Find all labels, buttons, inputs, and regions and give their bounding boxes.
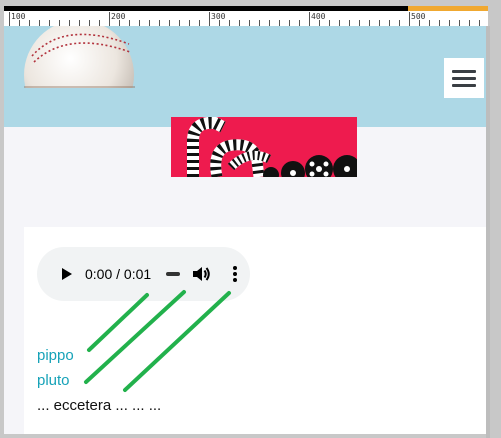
audio-player[interactable]: 0:00 / 0:01 [37,247,250,301]
more-vertical-icon[interactable] [223,262,247,286]
play-icon[interactable] [54,262,78,286]
site-header [4,26,486,127]
ruler-label: 300 [211,12,226,21]
ruler-label: 200 [111,12,126,21]
ruler-tick [9,12,10,26]
ruler: 100 200 300 400 500 [4,6,488,26]
ruler-tick [209,12,210,26]
browser-frame: 100 200 300 400 500 0:00 / 0:01 pippo pl… [0,0,501,438]
ruler-bar-highlight [408,6,488,11]
ruler-label: 100 [11,12,26,21]
film-reel-icon [171,117,357,177]
ruler-tick [409,12,410,26]
link-pluto[interactable]: pluto [37,372,70,389]
ruler-label: 400 [311,12,326,21]
main-content: 0:00 / 0:01 pippo pluto ... eccetera ...… [24,227,486,434]
audio-time: 0:00 / 0:01 [85,266,152,282]
ruler-tick [109,12,110,26]
link-pippo[interactable]: pippo [37,347,74,364]
hamburger-menu-icon[interactable] [444,58,484,98]
window-right-edge [486,26,501,438]
baseball-icon[interactable] [24,26,135,88]
page-viewport: 0:00 / 0:01 pippo pluto ... eccetera ...… [4,26,486,434]
ruler-label: 500 [411,12,426,21]
ruler-bar [4,6,408,11]
seek-bar[interactable] [166,272,180,276]
ruler-tick [309,12,310,26]
volume-icon[interactable] [189,262,213,286]
footer-text: ... eccetera ... ... ... [37,397,162,414]
